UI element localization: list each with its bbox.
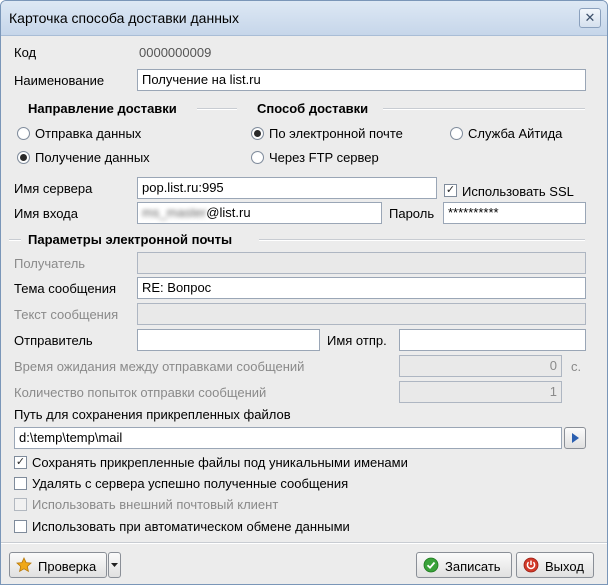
radio-ftp-label[interactable]: Через FTP сервер: [269, 150, 379, 165]
footer-separator: [1, 542, 607, 544]
radio-send-data-label[interactable]: Отправка данных: [35, 126, 141, 141]
email-section-separator-right: [259, 239, 585, 241]
external-client-checkbox: [14, 498, 27, 511]
login-input[interactable]: ms_master@list.ru: [137, 202, 382, 224]
attempts-label: Количество попыток отправки сообщений: [14, 385, 267, 400]
subject-label: Тема сообщения: [14, 281, 117, 296]
method-separator: [383, 108, 585, 110]
login-domain-part: @list.ru: [206, 205, 251, 220]
server-input[interactable]: pop.list.ru:995: [137, 177, 437, 199]
password-label: Пароль: [389, 206, 435, 221]
attachments-path-label: Путь для сохранения прикрепленных файлов: [14, 407, 291, 422]
method-group-title: Способ доставки: [257, 101, 369, 116]
email-section-separator-left: [9, 239, 21, 241]
server-label: Имя сервера: [14, 181, 93, 196]
password-input[interactable]: **********: [443, 202, 586, 224]
name-input[interactable]: Получение на list.ru: [137, 69, 586, 91]
subject-input[interactable]: RE: Вопрос: [137, 277, 586, 299]
window-title: Карточка способа доставки данных: [9, 10, 239, 26]
check-button-label: Проверка: [38, 559, 97, 574]
ok-circle-icon: [423, 557, 439, 573]
external-client-label: Использовать внешний почтовый клиент: [32, 497, 279, 512]
radio-receive-data[interactable]: [17, 151, 30, 164]
delete-from-server-checkbox[interactable]: [14, 477, 27, 490]
message-body-input: [137, 303, 586, 325]
attempts-input: 1: [399, 381, 562, 403]
ssl-label[interactable]: Использовать SSL: [462, 184, 574, 199]
ssl-checkbox[interactable]: ✓: [444, 184, 457, 197]
sender-label: Отправитель: [14, 333, 93, 348]
unique-names-label[interactable]: Сохранять прикрепленные файлы под уникал…: [32, 455, 408, 470]
radio-receive-data-label[interactable]: Получение данных: [35, 150, 150, 165]
dialog-window: Карточка способа доставки данных ✕ Код 0…: [0, 0, 608, 585]
delete-from-server-label[interactable]: Удалять с сервера успешно полученные соо…: [32, 476, 348, 491]
check-dropdown-button[interactable]: [108, 552, 121, 578]
wait-time-label: Время ожидания между отправками сообщени…: [14, 359, 305, 374]
browse-path-button[interactable]: [564, 427, 586, 449]
radio-email-label[interactable]: По электронной почте: [269, 126, 403, 141]
email-section-title: Параметры электронной почты: [28, 232, 233, 247]
chevron-down-icon: [111, 563, 118, 567]
radio-email[interactable]: [251, 127, 264, 140]
login-hidden-part: ms_master: [142, 205, 207, 220]
save-button[interactable]: Записать: [416, 552, 512, 578]
close-button[interactable]: ✕: [579, 8, 601, 28]
sender-name-input[interactable]: [399, 329, 586, 351]
arrow-right-icon: [572, 433, 579, 443]
radio-aitida-service[interactable]: [450, 127, 463, 140]
attachments-path-input[interactable]: d:\temp\temp\mail: [14, 427, 562, 449]
direction-separator: [197, 108, 237, 110]
code-label: Код: [14, 45, 37, 60]
exit-button[interactable]: Выход: [516, 552, 594, 578]
radio-aitida-service-label[interactable]: Служба Айтида: [468, 126, 562, 141]
recipient-input: [137, 252, 586, 274]
star-icon: [16, 557, 32, 573]
name-label: Наименование: [14, 73, 105, 88]
radio-ftp[interactable]: [251, 151, 264, 164]
save-button-label: Записать: [445, 559, 501, 574]
auto-exchange-label[interactable]: Использовать при автоматическом обмене д…: [32, 519, 350, 534]
wait-time-unit: с.: [571, 359, 582, 374]
exit-button-label: Выход: [545, 559, 584, 574]
title-bar[interactable]: Карточка способа доставки данных ✕: [1, 1, 607, 36]
direction-group-title: Направление доставки: [28, 101, 177, 116]
auto-exchange-checkbox[interactable]: [14, 520, 27, 533]
sender-name-label: Имя отпр.: [327, 333, 387, 348]
login-label: Имя входа: [14, 206, 78, 221]
recipient-label: Получатель: [14, 256, 86, 271]
wait-time-input: 0: [399, 355, 562, 377]
unique-names-checkbox[interactable]: ✓: [14, 456, 27, 469]
code-value: 0000000009: [139, 45, 212, 60]
check-button[interactable]: Проверка: [9, 552, 107, 578]
message-body-label: Текст сообщения: [14, 307, 119, 322]
radio-send-data[interactable]: [17, 127, 30, 140]
power-icon: [523, 557, 539, 573]
sender-input[interactable]: [137, 329, 320, 351]
